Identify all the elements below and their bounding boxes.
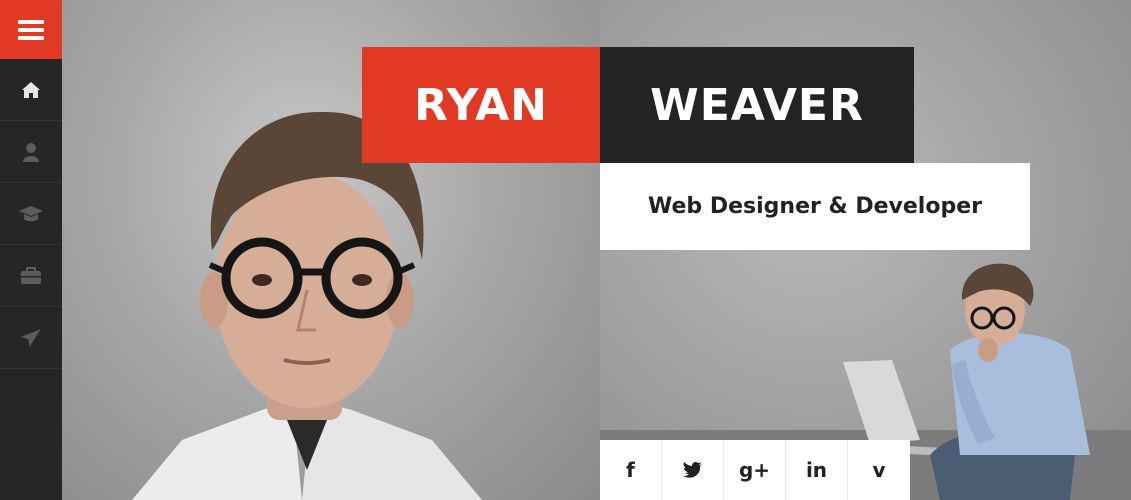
home-icon — [22, 81, 40, 98]
facebook-link[interactable]: f — [600, 440, 662, 500]
nav-item-portfolio[interactable] — [0, 245, 62, 307]
twitter-link[interactable] — [662, 440, 724, 500]
paper-plane-icon — [21, 328, 41, 347]
hamburger-icon — [18, 19, 44, 40]
linkedin-icon: in — [805, 458, 828, 482]
google-plus-link[interactable]: g+ — [724, 440, 786, 500]
linkedin-link[interactable]: in — [786, 440, 848, 500]
google-plus-icon: g+ — [738, 458, 771, 482]
profession-subtitle: Web Designer & Developer — [600, 163, 1030, 250]
nav-item-education[interactable] — [0, 183, 62, 245]
nav-item-contact[interactable] — [0, 307, 62, 369]
graduation-cap-icon — [19, 205, 43, 221]
social-links-bar: f g+ in v — [600, 440, 910, 500]
twitter-icon — [682, 462, 702, 478]
vimeo-icon: v — [872, 458, 886, 482]
nav-item-home[interactable] — [0, 59, 62, 121]
first-name-heading: RYAN — [362, 47, 600, 163]
vimeo-link[interactable]: v — [848, 440, 910, 500]
facebook-icon: f — [626, 458, 635, 482]
last-name-heading: WEAVER — [600, 47, 914, 163]
briefcase-icon — [21, 266, 41, 284]
nav-item-about[interactable] — [0, 121, 62, 183]
sidebar — [0, 0, 62, 500]
menu-button[interactable] — [0, 0, 62, 59]
user-icon — [23, 142, 39, 162]
